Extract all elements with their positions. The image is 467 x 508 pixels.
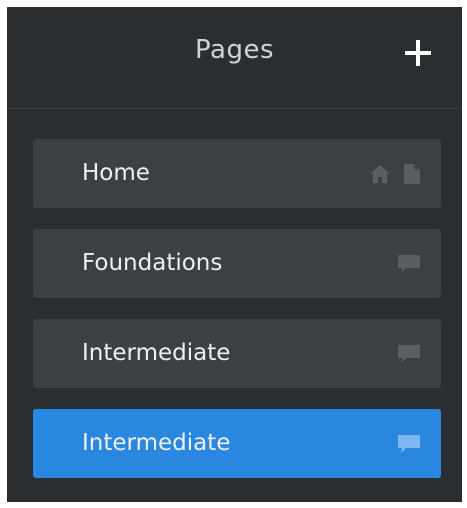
page-item-home[interactable]: Home (33, 139, 441, 208)
page-item-foundations[interactable]: Foundations (33, 229, 441, 298)
page-item-icons (397, 319, 421, 388)
page-item-icons (397, 409, 421, 478)
page-item-label: Home (82, 160, 150, 186)
page-item-intermediate[interactable]: Intermediate (33, 319, 441, 388)
page-item-label: Intermediate (82, 430, 231, 456)
page-item-label: Intermediate (82, 340, 231, 366)
page-item-label: Foundations (82, 250, 223, 276)
page-icon (404, 163, 420, 184)
page-item-icons (369, 139, 421, 208)
comment-icon (398, 254, 420, 273)
pages-panel: Pages Home Foundations Intermediate Inte… (7, 7, 462, 502)
page-title: Pages (195, 35, 274, 65)
plus-icon (405, 40, 431, 66)
pages-list: Home Foundations Intermediate Intermedia… (33, 139, 441, 499)
page-item-icons (397, 229, 421, 298)
comment-icon (398, 344, 420, 363)
page-item-intermediate-active[interactable]: Intermediate (33, 409, 441, 478)
add-page-button[interactable] (398, 33, 438, 73)
home-icon (370, 164, 390, 183)
comment-icon (398, 434, 420, 453)
pages-header: Pages (7, 7, 462, 109)
